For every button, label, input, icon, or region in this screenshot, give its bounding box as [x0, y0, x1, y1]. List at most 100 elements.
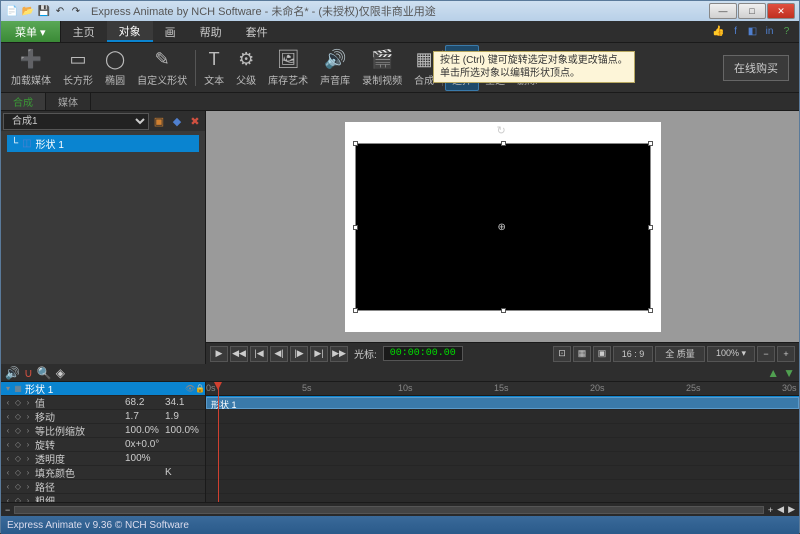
canvas-page[interactable]: ↻ ⊕: [345, 122, 661, 332]
quality-select[interactable]: 全 质量: [655, 346, 705, 362]
new-folder-icon[interactable]: ▣: [151, 113, 167, 129]
minimize-button[interactable]: —: [709, 3, 737, 19]
handle-mid-right[interactable]: [648, 225, 653, 230]
tooltip: 按住 (Ctrl) 键可旋转选定对象或更改锚点。 单击所选对象以编辑形状顶点。: [433, 51, 635, 83]
subtab-composition[interactable]: 合成: [1, 93, 46, 110]
next-frame-button[interactable]: |▶: [290, 346, 308, 362]
prop-row[interactable]: ‹◇›透明度100%: [1, 452, 205, 466]
menu-button[interactable]: 菜单 ▾: [1, 21, 61, 42]
grid-icon[interactable]: ▦: [573, 346, 591, 362]
track-row[interactable]: [206, 466, 799, 480]
help-icon[interactable]: ?: [780, 25, 793, 38]
tree-item-shape[interactable]: └ ◫ 形状 1: [7, 135, 199, 152]
handle-top-mid[interactable]: [501, 141, 506, 146]
window-title: Express Animate by NCH Software - 未命名* -…: [91, 3, 436, 19]
rotate-handle[interactable]: ↻: [497, 124, 506, 137]
magnet-icon[interactable]: ∪: [24, 366, 33, 380]
twitter-icon[interactable]: ◧: [746, 25, 759, 38]
prop-row[interactable]: ‹◇›路径: [1, 480, 205, 494]
speaker-icon[interactable]: 🔊: [5, 366, 20, 380]
tab-object[interactable]: 对象: [107, 21, 153, 42]
tl-right-icon[interactable]: ▶: [788, 504, 795, 515]
handle-mid-left[interactable]: [353, 225, 358, 230]
handle-bot-left[interactable]: [353, 308, 358, 313]
tool-库存艺术[interactable]: 🖼库存艺术: [262, 45, 314, 91]
layer-header-row[interactable]: ▾▦ 形状 1 👁🔒: [1, 382, 205, 396]
zoom-in-tl[interactable]: +: [768, 505, 773, 515]
prop-row[interactable]: ‹◇›粗细: [1, 494, 205, 502]
tl-left-icon[interactable]: ◀: [777, 504, 784, 515]
zoom-select[interactable]: 100% ▾: [707, 346, 755, 362]
last-frame-button[interactable]: ▶▶: [330, 346, 348, 362]
prop-row[interactable]: ‹◇›旋转0x+0.0°: [1, 438, 205, 452]
buy-online-button[interactable]: 在线购买: [723, 55, 789, 81]
maximize-button[interactable]: □: [738, 3, 766, 19]
tl-scrollbar[interactable]: [14, 506, 764, 514]
aspect-ratio[interactable]: 16 : 9: [613, 346, 653, 362]
prev-frame-button[interactable]: ◀|: [270, 346, 288, 362]
prop-row[interactable]: ‹◇›值68.234.1: [1, 396, 205, 410]
grid-toggle[interactable]: ⊡: [553, 346, 571, 362]
zoom-out-tl[interactable]: −: [5, 505, 10, 515]
facebook-icon[interactable]: f: [729, 25, 742, 38]
playbar: ▶ ◀◀ |◀ ◀| |▶ ▶| ▶▶ 光标: 00:00:00.00 ⊡ ▦ …: [206, 342, 799, 364]
clip-bar[interactable]: 形状 1: [206, 397, 799, 409]
undo-icon[interactable]: ↶: [53, 4, 67, 18]
track-row[interactable]: [206, 424, 799, 438]
anchor-icon[interactable]: ⊕: [498, 222, 506, 233]
tool-声音库[interactable]: 🔊声音库: [314, 45, 356, 91]
playhead[interactable]: [218, 382, 219, 502]
redo-icon[interactable]: ↷: [69, 4, 83, 18]
handle-top-left[interactable]: [353, 141, 358, 146]
delete-icon[interactable]: ✖: [187, 113, 203, 129]
zoom-out-button[interactable]: −: [757, 346, 775, 362]
thumbs-icon[interactable]: 👍: [712, 25, 725, 38]
move-up-icon[interactable]: ▲: [767, 366, 779, 380]
next-key-button[interactable]: ▶|: [310, 346, 328, 362]
handle-bot-mid[interactable]: [501, 308, 506, 313]
subtab-media[interactable]: 媒体: [46, 93, 91, 110]
new-icon[interactable]: 📄: [5, 4, 19, 18]
prop-row[interactable]: ‹◇›移动1.71.9: [1, 410, 205, 424]
close-button[interactable]: ✕: [767, 3, 795, 19]
track-area[interactable]: 0s5s10s15s20s25s30s 形状 1: [206, 382, 799, 502]
tool-加载媒体[interactable]: ➕加载媒体: [5, 45, 57, 91]
key-icon[interactable]: ◈: [56, 366, 65, 380]
zoom-in-button[interactable]: +: [777, 346, 795, 362]
timecode[interactable]: 00:00:00.00: [383, 346, 463, 361]
open-icon[interactable]: 📂: [21, 4, 35, 18]
tool-长方形[interactable]: ▭长方形: [57, 45, 99, 91]
clip-row[interactable]: 形状 1: [206, 396, 799, 410]
track-row[interactable]: [206, 480, 799, 494]
safe-icon[interactable]: ▣: [593, 346, 611, 362]
tool-父级[interactable]: ⚙父级: [230, 45, 262, 91]
tab-help[interactable]: 帮助: [188, 21, 234, 42]
time-ruler[interactable]: 0s5s10s15s20s25s30s: [206, 382, 799, 396]
tab-suite[interactable]: 套件: [234, 21, 280, 42]
play-button[interactable]: ▶: [210, 346, 228, 362]
shape-rectangle[interactable]: ↻ ⊕: [355, 143, 651, 311]
handle-bot-right[interactable]: [648, 308, 653, 313]
tool-自定义形状[interactable]: ✎自定义形状: [131, 45, 193, 91]
track-row[interactable]: [206, 410, 799, 424]
prop-row[interactable]: ‹◇›填充颜色K: [1, 466, 205, 480]
tab-draw[interactable]: 画: [153, 21, 188, 42]
track-row[interactable]: [206, 438, 799, 452]
tool-文本[interactable]: T文本: [198, 45, 230, 91]
new-comp-icon[interactable]: ◆: [169, 113, 185, 129]
prev-key-button[interactable]: |◀: [250, 346, 268, 362]
timeline-footer: − + ◀ ▶: [1, 502, 799, 516]
track-row[interactable]: [206, 494, 799, 502]
handle-top-right[interactable]: [648, 141, 653, 146]
move-down-icon[interactable]: ▼: [783, 366, 795, 380]
linkedin-icon[interactable]: in: [763, 25, 776, 38]
tool-椭圆[interactable]: ◯椭圆: [99, 45, 131, 91]
track-row[interactable]: [206, 452, 799, 466]
prop-row[interactable]: ‹◇›等比例缩放100.0%100.0%: [1, 424, 205, 438]
composition-select[interactable]: 合成1: [3, 113, 149, 130]
tool-录制视频[interactable]: 🎬录制视频: [356, 45, 408, 91]
search-icon[interactable]: 🔍: [37, 366, 52, 380]
save-icon[interactable]: 💾: [37, 4, 51, 18]
first-frame-button[interactable]: ◀◀: [230, 346, 248, 362]
tab-home[interactable]: 主页: [61, 21, 107, 42]
